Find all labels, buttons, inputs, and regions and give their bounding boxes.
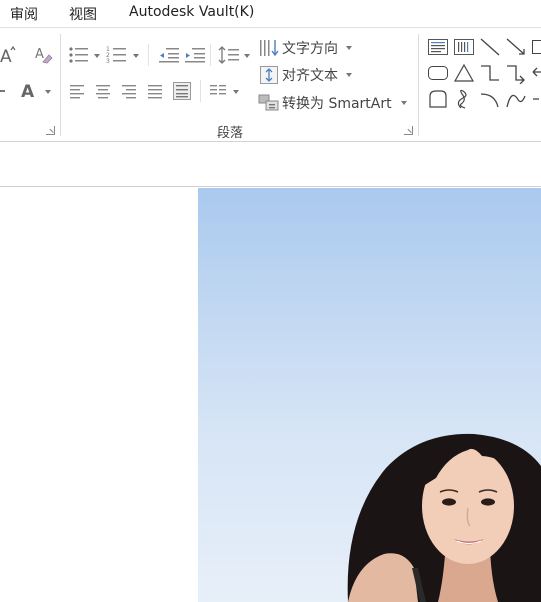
curve-shape-icon[interactable] [505,88,527,110]
columns-dropdown-icon[interactable] [233,90,239,94]
font-dialog-launcher-icon[interactable] [46,126,55,135]
smartart-label[interactable]: 转换为 SmartArt [282,93,392,113]
portrait-figure [347,433,541,602]
arrow-shape-icon[interactable] [505,36,527,58]
align-text-icon[interactable] [258,64,280,86]
paragraph-group-label: 段落 [216,126,243,141]
double-arrow-shape-icon[interactable] [531,62,541,84]
text-direction-label[interactable]: 文字方向 [282,38,338,58]
font-color-icon[interactable]: A [20,80,38,102]
separator [210,44,211,66]
app-window: 审阅 视图 Autodesk Vault(K) A A A 123 文字方向 对… [0,0,541,602]
elbow-arrow-connector-shape-icon[interactable] [505,62,527,85]
menu-bar: 审阅 视图 Autodesk Vault(K) [0,0,541,28]
increase-indent-icon[interactable] [184,44,206,66]
inserted-photo[interactable] [198,188,541,602]
triangle-shape-icon[interactable] [453,62,475,84]
menu-view[interactable]: 视图 [69,4,97,24]
text-direction-icon[interactable] [258,37,280,59]
scribble-shape-icon[interactable] [453,88,475,110]
decrease-indent-icon[interactable] [158,44,180,66]
svg-text:A: A [0,47,12,65]
freeform-shape-icon[interactable] [427,88,449,110]
menu-review[interactable]: 审阅 [10,4,38,24]
document-canvas [0,188,541,602]
bullets-icon[interactable] [68,44,90,66]
paragraph-dialog-launcher-icon[interactable] [404,126,413,135]
rectangle-shape-icon[interactable] [531,36,541,58]
rounded-rectangle-shape-icon[interactable] [427,62,449,84]
bullets-dropdown-icon[interactable] [94,54,100,58]
vertical-text-box-shape-icon[interactable] [453,36,475,58]
font-effects-icon[interactable] [0,80,6,102]
ruler-area [0,143,541,187]
increase-font-size-icon[interactable]: A [0,44,16,66]
align-text-dropdown-icon[interactable] [346,73,352,77]
separator [200,80,201,102]
group-divider [60,34,61,136]
line-spacing-icon[interactable] [218,44,240,66]
shapes-gallery [424,36,541,116]
distributed-icon[interactable] [172,80,192,102]
numbering-icon[interactable]: 123 [106,44,128,66]
svg-text:3: 3 [106,58,110,65]
arc-shape-icon[interactable] [479,88,501,110]
align-text-label[interactable]: 对齐文本 [282,65,338,85]
smartart-dropdown-icon[interactable] [401,101,407,105]
separator [148,44,149,66]
columns-icon[interactable] [208,80,228,102]
text-box-shape-icon[interactable] [427,36,449,58]
svg-text:A: A [35,47,44,62]
menu-autodesk-vault[interactable]: Autodesk Vault(K) [129,4,254,20]
more-shapes-icon[interactable] [531,88,541,110]
ribbon: A A A 123 文字方向 对齐文本 转换为 SmartArt 段落 [0,28,541,142]
justify-icon[interactable] [146,80,164,102]
clear-formatting-icon[interactable]: A [34,44,54,66]
line-spacing-dropdown-icon[interactable] [244,54,250,58]
line-shape-icon[interactable] [479,36,501,58]
text-direction-dropdown-icon[interactable] [346,46,352,50]
smartart-icon[interactable] [258,91,280,113]
align-center-icon[interactable] [94,80,112,102]
elbow-connector-shape-icon[interactable] [479,62,501,84]
align-left-icon[interactable] [68,80,86,102]
numbering-dropdown-icon[interactable] [133,54,139,58]
group-divider [418,34,419,136]
align-right-icon[interactable] [120,80,138,102]
font-color-dropdown-icon[interactable] [45,90,51,94]
svg-text:A: A [21,82,35,101]
